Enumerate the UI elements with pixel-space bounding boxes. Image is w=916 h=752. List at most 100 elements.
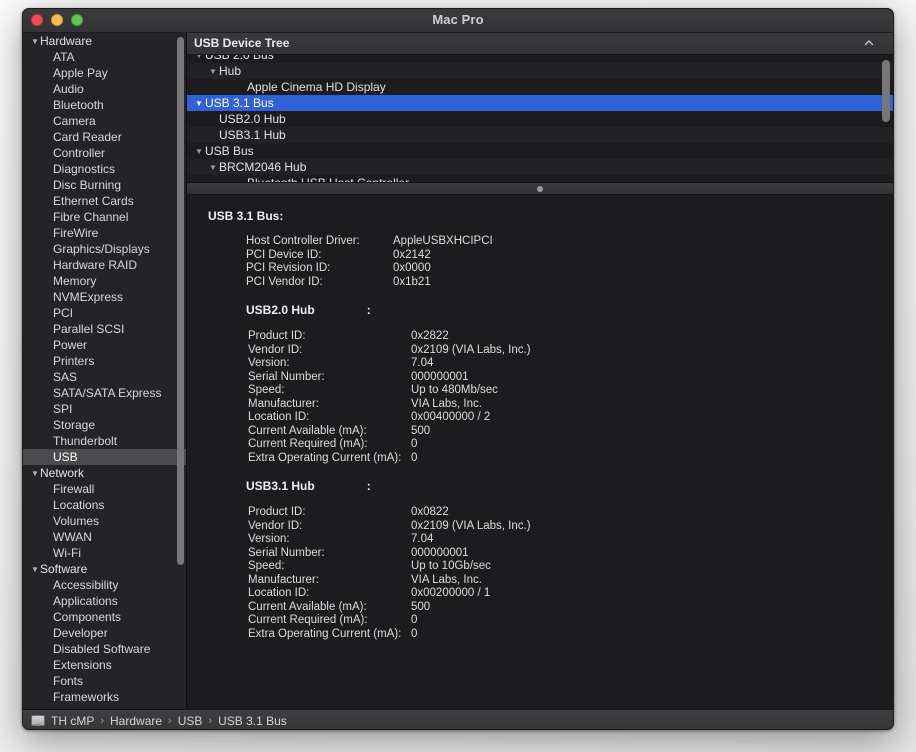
sidebar-item-frameworks[interactable]: Frameworks: [23, 689, 186, 705]
tree-row-spacer: ▼: [237, 80, 247, 96]
tree-row-spacer: ▼: [209, 112, 219, 128]
chevron-up-glyph: [864, 40, 874, 46]
disclosure-triangle-icon[interactable]: ▼: [209, 160, 219, 176]
sidebar-item-storage[interactable]: Storage: [23, 417, 186, 433]
property-value: 0x0822: [411, 506, 449, 518]
breadcrumb-item[interactable]: Hardware: [110, 714, 162, 728]
sidebar-item-wwan[interactable]: WWAN: [23, 529, 186, 545]
sidebar-item-memory[interactable]: Memory: [23, 273, 186, 289]
disclosure-triangle-icon[interactable]: ▼: [31, 466, 40, 482]
sidebar-item-label: Card Reader: [53, 130, 122, 144]
sidebar-item-controller[interactable]: Controller: [23, 145, 186, 161]
sidebar-item-label: Applications: [53, 594, 118, 608]
tree-scrollbar-thumb[interactable]: [882, 60, 890, 122]
sidebar-item-diagnostics[interactable]: Diagnostics: [23, 161, 186, 177]
sidebar-item-graphics-displays[interactable]: Graphics/Displays: [23, 241, 186, 257]
sidebar-item-bluetooth[interactable]: Bluetooth: [23, 97, 186, 113]
sidebar-item-hardware-raid[interactable]: Hardware RAID: [23, 257, 186, 273]
sidebar-item-disabled-software[interactable]: Disabled Software: [23, 641, 186, 657]
sidebar-item-firewall[interactable]: Firewall: [23, 481, 186, 497]
sidebar-item-label: Frameworks: [53, 690, 120, 704]
breadcrumb-item[interactable]: USB 3.1 Bus: [218, 714, 287, 728]
sidebar-item-volumes[interactable]: Volumes: [23, 513, 186, 529]
property-row: PCI Device ID: 0x2142: [246, 249, 493, 263]
sidebar-group-software[interactable]: ▼Software: [23, 561, 186, 577]
pane-splitter[interactable]: [187, 182, 893, 195]
sidebar-item-fonts[interactable]: Fonts: [23, 673, 186, 689]
sidebar-item-usb[interactable]: USB: [23, 449, 186, 465]
sidebar-group-hardware[interactable]: ▼Hardware: [23, 33, 186, 49]
usb-device-tree-title: USB Device Tree: [194, 36, 290, 50]
sidebar-item-thunderbolt[interactable]: Thunderbolt: [23, 433, 186, 449]
sidebar-scrollbar[interactable]: [177, 37, 184, 565]
property-key: Speed:: [248, 384, 285, 396]
tree-row[interactable]: ▼ Hub: [187, 63, 893, 79]
usb-device-tree-list[interactable]: ▼USB 2.0 Bus▼Hub▼Apple Cinema HD Display…: [187, 55, 893, 182]
sidebar-item-locations[interactable]: Locations: [23, 497, 186, 513]
sidebar-item-audio[interactable]: Audio: [23, 81, 186, 97]
tree-row[interactable]: ▼USB2.0 Hub: [187, 111, 893, 127]
sidebar-item-extensions[interactable]: Extensions: [23, 657, 186, 673]
sidebar-item-ethernet-cards[interactable]: Ethernet Cards: [23, 193, 186, 209]
sidebar-item-apple-pay[interactable]: Apple Pay: [23, 65, 186, 81]
tree-row[interactable]: ▼ USB Bus: [187, 143, 893, 159]
property-value: 0x00400000 / 2: [411, 411, 491, 423]
property-value: 7.04: [411, 533, 434, 545]
sidebar-item-developer[interactable]: Developer: [23, 625, 186, 641]
property-key: Host Controller Driver:: [246, 235, 360, 247]
sidebar-item-label: Parallel SCSI: [53, 322, 125, 336]
sidebar-item-fibre-channel[interactable]: Fibre Channel: [23, 209, 186, 225]
tree-row-label: Apple Cinema HD Display: [247, 80, 386, 94]
tree-row[interactable]: ▼ USB 2.0 Bus: [187, 55, 893, 63]
sidebar-item-accessibility[interactable]: Accessibility: [23, 577, 186, 593]
sidebar-item-label: SPI: [53, 402, 73, 416]
sidebar-item-ata[interactable]: ATA: [23, 49, 186, 65]
tree-row[interactable]: ▼ USB 3.1 Bus: [187, 95, 893, 111]
disclosure-triangle-icon[interactable]: ▼: [31, 562, 40, 578]
sidebar-group-network[interactable]: ▼Network: [23, 465, 186, 481]
sidebar-item-spi[interactable]: SPI: [23, 401, 186, 417]
property-key: Current Required (mA):: [248, 614, 368, 626]
breadcrumb-item[interactable]: TH cMP: [51, 714, 94, 728]
sidebar-item-label: SATA/SATA Express: [53, 386, 162, 400]
disclosure-triangle-icon[interactable]: ▼: [195, 96, 205, 112]
sidebar-item-camera[interactable]: Camera: [23, 113, 186, 129]
tree-row[interactable]: ▼Bluetooth USB Host Controller: [187, 175, 893, 182]
property-row: Current Required (mA): 0: [248, 614, 531, 628]
tree-row[interactable]: ▼Apple Cinema HD Display: [187, 79, 893, 95]
sidebar-item-applications[interactable]: Applications: [23, 593, 186, 609]
breadcrumb: TH cMP › Hardware › USB › USB 3.1 Bus: [23, 709, 893, 729]
property-key: Manufacturer:: [248, 573, 319, 586]
sidebar[interactable]: ▼Hardware ATA Apple Pay Audio Bluetooth Camer…: [23, 33, 187, 709]
sidebar-item-pci[interactable]: PCI: [23, 305, 186, 321]
property-row: Current Required (mA): 0: [248, 438, 531, 452]
disclosure-triangle-icon[interactable]: ▼: [209, 64, 219, 80]
tree-row[interactable]: ▼ BRCM2046 Hub: [187, 159, 893, 175]
sidebar-item-card-reader[interactable]: Card Reader: [23, 129, 186, 145]
sidebar-item-disc-burning[interactable]: Disc Burning: [23, 177, 186, 193]
tree-row[interactable]: ▼USB3.1 Hub: [187, 127, 893, 143]
sidebar-item-nvmexpress[interactable]: NVMExpress: [23, 289, 186, 305]
sidebar-item-firewire[interactable]: FireWire: [23, 225, 186, 241]
sidebar-item-wi-fi[interactable]: Wi-Fi: [23, 545, 186, 561]
property-value: 7.04: [411, 357, 434, 369]
sidebar-item-components[interactable]: Components: [23, 609, 186, 625]
device-name: USB2.0 Hub:: [246, 303, 893, 317]
property-value: 0x2142: [393, 248, 431, 261]
breadcrumb-item[interactable]: USB: [178, 714, 203, 728]
disclosure-triangle-icon[interactable]: ▼: [195, 144, 205, 160]
sidebar-item-printers[interactable]: Printers: [23, 353, 186, 369]
sidebar-item-parallel-scsi[interactable]: Parallel SCSI: [23, 321, 186, 337]
splitter-handle[interactable]: [537, 186, 543, 192]
sidebar-item-power[interactable]: Power: [23, 337, 186, 353]
property-row: Version: 7.04: [248, 533, 531, 547]
sidebar-item-sata-sata-express[interactable]: SATA/SATA Express: [23, 385, 186, 401]
chevron-up-icon[interactable]: [863, 37, 875, 49]
disclosure-triangle-icon[interactable]: ▼: [31, 34, 40, 50]
tree-row-label: USB 2.0 Bus: [205, 55, 274, 62]
window-title: Mac Pro: [432, 12, 484, 27]
window-titlebar[interactable]: Mac Pro: [23, 9, 893, 33]
sidebar-item-sas[interactable]: SAS: [23, 369, 186, 385]
sidebar-list: ▼Hardware ATA Apple Pay Audio Bluetooth Camer…: [23, 33, 186, 705]
tree-row-label: USB 3.1 Bus: [205, 96, 274, 110]
